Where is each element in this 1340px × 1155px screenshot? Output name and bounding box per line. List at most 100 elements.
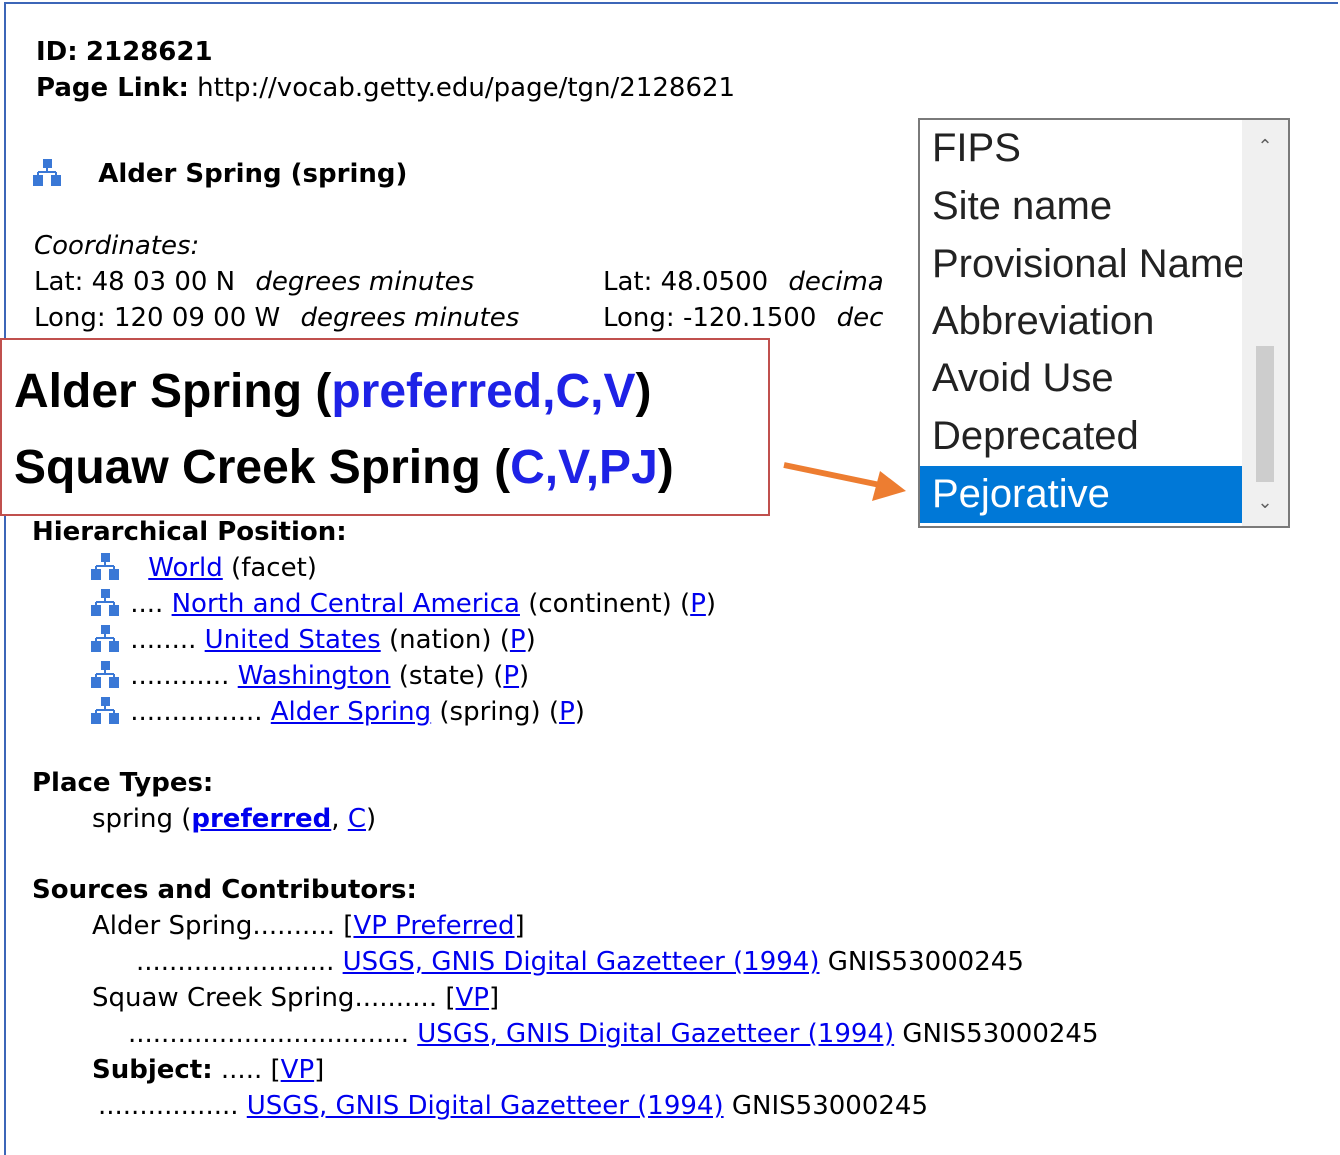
callout-line-preferred: Alder Spring (preferred,C,V) [14, 364, 651, 420]
subject-label: Subject: [92, 1055, 213, 1085]
hierarchy-type: (continent) [528, 589, 672, 619]
dropdown-option[interactable]: Provisional Name [920, 236, 1242, 293]
source-citation-row: .................................. USGS,… [128, 1016, 1099, 1052]
callout-name: Alder Spring [14, 365, 303, 418]
source-title-link[interactable]: USGS, GNIS Digital Gazetteer (1994) [417, 1019, 894, 1049]
lat-dms: Lat: 48 03 00 N degrees minutes [34, 264, 474, 300]
hierarchy-row: ................ Alder Spring (spring) (… [90, 694, 585, 730]
source-title-link[interactable]: USGS, GNIS Digital Gazetteer (1994) [343, 947, 820, 977]
dropdown-option[interactable]: Site name [920, 178, 1242, 235]
dropdown-option-selected[interactable]: Pejorative [920, 466, 1242, 523]
lat-dms-unit: degrees minutes [255, 267, 475, 297]
long-dms: Long: 120 09 00 W degrees minutes [34, 300, 519, 336]
hierarchy-row: .... North and Central America (continen… [90, 586, 716, 622]
callout-name: Squaw Creek Spring [14, 441, 481, 494]
hierarchy-type: (nation) [388, 625, 492, 655]
source-citation-row: ................. USGS, GNIS Digital Gaz… [98, 1088, 928, 1124]
scroll-down-icon[interactable]: ⌄ [1256, 494, 1274, 512]
source-name-row: Alder Spring.......... [VP Preferred] [92, 911, 525, 941]
source-id: GNIS53000245 [902, 1019, 1099, 1049]
hierarchy-icon [90, 552, 122, 582]
place-type-preferred-link[interactable]: preferred [191, 804, 331, 834]
name-flags-callout: Alder Spring (preferred,C,V) Squaw Creek… [0, 338, 770, 516]
lat-decimal: Lat: 48.0500 decima [603, 264, 884, 300]
arrow-icon [783, 462, 906, 501]
hierarchy-icon [90, 588, 122, 618]
hierarchy-heading: Hierarchical Position: [32, 517, 347, 547]
source-name-row: Squaw Creek Spring.......... [VP] [92, 983, 500, 1013]
id-label: ID: [36, 37, 78, 67]
dropdown-scrollbar[interactable]: ⌃ ⌄ [1242, 120, 1288, 526]
page-link-label: Page Link: [36, 73, 189, 103]
place-type-name: spring [92, 804, 173, 834]
subject-dots: ..... [220, 1055, 263, 1085]
callout-paren: ( [494, 441, 511, 494]
source-name: Alder Spring.......... [92, 911, 336, 941]
hierarchy-p-link[interactable]: P [503, 661, 519, 691]
source-flag-link[interactable]: VP [456, 983, 489, 1013]
source-id: GNIS53000245 [827, 947, 1024, 977]
hierarchy-link-spring[interactable]: Alder Spring [271, 697, 431, 727]
record-title: Alder Spring (spring) [32, 156, 407, 192]
hierarchy-type: (spring) [439, 697, 541, 727]
hierarchy-row: ............ Washington (state) (P) [90, 658, 529, 694]
lat-dec-unit: decima [788, 267, 884, 297]
id-value: 2128621 [85, 37, 213, 67]
callout-flags: C,V,PJ [510, 441, 658, 494]
hierarchy-link-nation[interactable]: United States [205, 625, 381, 655]
source-dots: .................................. [128, 1019, 409, 1049]
place-types-heading: Place Types: [32, 768, 214, 798]
dropdown-option[interactable]: FIPS [920, 120, 1242, 177]
source-flag-link[interactable]: VP Preferred [353, 911, 514, 941]
dropdown-option[interactable]: Abbreviation [920, 293, 1242, 350]
source-title-link[interactable]: USGS, GNIS Digital Gazetteer (1994) [247, 1091, 724, 1121]
source-flag-link[interactable]: VP [281, 1055, 314, 1085]
hierarchy-p-link[interactable]: P [559, 697, 575, 727]
callout-line-pejorative: Squaw Creek Spring (C,V,PJ) [14, 440, 674, 496]
source-dots: ........................ [136, 947, 335, 977]
lat-dec-value: Lat: 48.0500 [603, 267, 769, 297]
hierarchy-dots: ................ [130, 697, 271, 727]
long-dms-value: Long: 120 09 00 W [34, 303, 281, 333]
hierarchy-dots: .... [130, 589, 172, 619]
callout-paren: ) [657, 441, 674, 494]
hierarchy-row: World (facet) [90, 550, 317, 586]
subject-row: Subject: ..... [VP] [92, 1055, 325, 1085]
source-dots: ................. [98, 1091, 239, 1121]
sources-heading: Sources and Contributors: [32, 875, 417, 905]
page-link: Page Link: http://vocab.getty.edu/page/t… [36, 70, 735, 106]
name-flag-dropdown[interactable]: FIPS Site name Provisional Name Abbrevia… [918, 118, 1290, 528]
hierarchy-type: (facet) [231, 553, 317, 583]
hierarchy-dots: ........ [130, 625, 205, 655]
callout-paren: ( [315, 365, 332, 418]
hierarchy-icon [90, 660, 122, 690]
place-type-c-link[interactable]: C [348, 804, 366, 834]
dropdown-option[interactable]: Deprecated [920, 408, 1242, 465]
scrollbar-thumb[interactable] [1256, 346, 1274, 482]
hierarchy-icon [90, 696, 122, 726]
place-type-row: spring (preferred, C) [92, 804, 377, 834]
callout-paren: ) [635, 365, 652, 418]
source-name: Squaw Creek Spring.......... [92, 983, 438, 1013]
long-dec-value: Long: -120.1500 [603, 303, 817, 333]
dropdown-option[interactable]: Avoid Use [920, 350, 1242, 407]
hierarchy-link-state[interactable]: Washington [238, 661, 391, 691]
hierarchy-icon [90, 624, 122, 654]
source-citation-row: ........................ USGS, GNIS Digi… [136, 944, 1024, 980]
hierarchy-type: (state) [398, 661, 485, 691]
scroll-up-icon[interactable]: ⌃ [1256, 138, 1274, 156]
source-id: GNIS53000245 [731, 1091, 928, 1121]
hierarchy-link-world[interactable]: World [148, 553, 223, 583]
hierarchy-link-continent[interactable]: North and Central America [172, 589, 520, 619]
lat-dms-value: Lat: 48 03 00 N [34, 267, 236, 297]
hierarchy-p-link[interactable]: P [510, 625, 526, 655]
page-link-value[interactable]: http://vocab.getty.edu/page/tgn/2128621 [197, 73, 735, 103]
hierarchy-icon [32, 158, 64, 188]
hierarchy-p-link[interactable]: P [690, 589, 706, 619]
coordinates-heading: Coordinates: [34, 231, 200, 261]
callout-flags: preferred,C,V [331, 365, 636, 418]
hierarchy-dots: ............ [130, 661, 238, 691]
title-text: Alder Spring (spring) [98, 159, 408, 189]
long-dms-unit: degrees minutes [300, 303, 520, 333]
long-dec-unit: dec [836, 303, 884, 333]
